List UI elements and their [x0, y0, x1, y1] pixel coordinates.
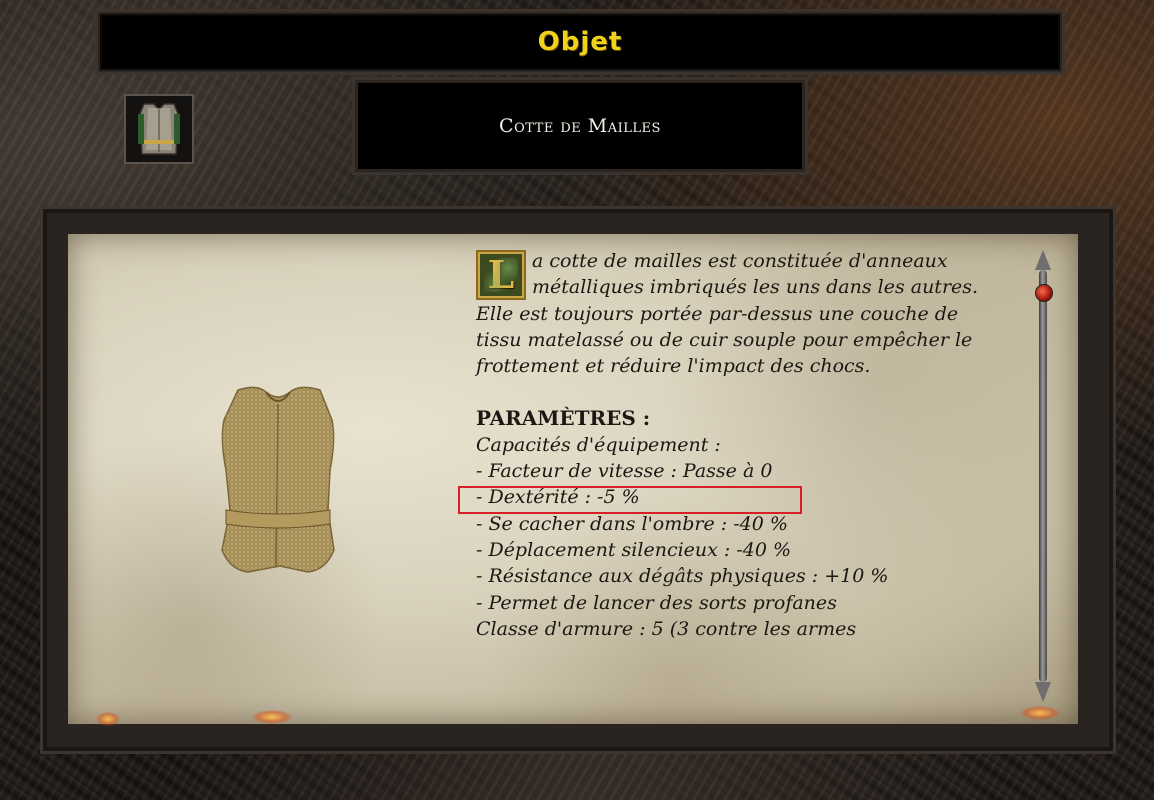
description-line-3: Elle est toujours portée par-dessus une …	[476, 302, 959, 325]
chainmail-icon	[126, 96, 192, 162]
flame-decoration	[1020, 706, 1060, 720]
parchment-panel: L a cotte de mailles est constituée d'an…	[68, 234, 1078, 724]
capabilities-title: Capacités d'équipement :	[476, 433, 721, 456]
scroll-up-arrow-icon[interactable]	[1035, 250, 1051, 270]
drop-cap-illumination: L	[476, 250, 526, 300]
item-description: L a cotte de mailles est constituée d'an…	[476, 248, 1016, 642]
parameters-heading: PARAMÈTRES :	[476, 406, 651, 431]
description-line-2: métalliques imbriqués les uns dans les a…	[532, 276, 979, 299]
capability-physical-resistance: - Résistance aux dégâts physiques : +10 …	[476, 565, 889, 588]
description-line-1: a cotte de mailles est constituée d'anne…	[532, 250, 948, 272]
item-name-bar: Cotte de Mailles	[355, 80, 805, 172]
window-title: Objet	[537, 27, 623, 57]
capability-speed-factor: - Facteur de vitesse : Passe à 0	[476, 460, 773, 483]
scroll-down-arrow-icon[interactable]	[1035, 682, 1051, 702]
drop-cap-letter: L	[487, 252, 515, 297]
description-scrollbar[interactable]	[1034, 250, 1053, 702]
flame-decoration	[96, 712, 120, 726]
chainmail-picture	[221, 386, 335, 573]
description-line-5: frottement et réduire l'impact des chocs…	[476, 355, 871, 378]
title-bar: Objet	[98, 12, 1062, 72]
flame-decoration	[252, 710, 292, 724]
scroll-track[interactable]	[1039, 270, 1047, 682]
capability-move-silently: - Déplacement silencieux : -40 %	[476, 538, 792, 561]
item-name: Cotte de Mailles	[499, 115, 661, 137]
capability-arcane-casting: - Permet de lancer des sorts profanes	[476, 591, 837, 614]
scroll-thumb[interactable]	[1035, 284, 1053, 302]
armor-class: Classe d'armure : 5 (3 contre les armes	[476, 617, 857, 640]
capability-hide-in-shadows: - Se cacher dans l'ombre : -40 %	[476, 512, 788, 535]
item-icon-slot[interactable]	[124, 94, 194, 164]
highlight-box	[458, 486, 802, 514]
description-line-4: tissu matelassé ou de cuir souple pour e…	[476, 328, 973, 351]
